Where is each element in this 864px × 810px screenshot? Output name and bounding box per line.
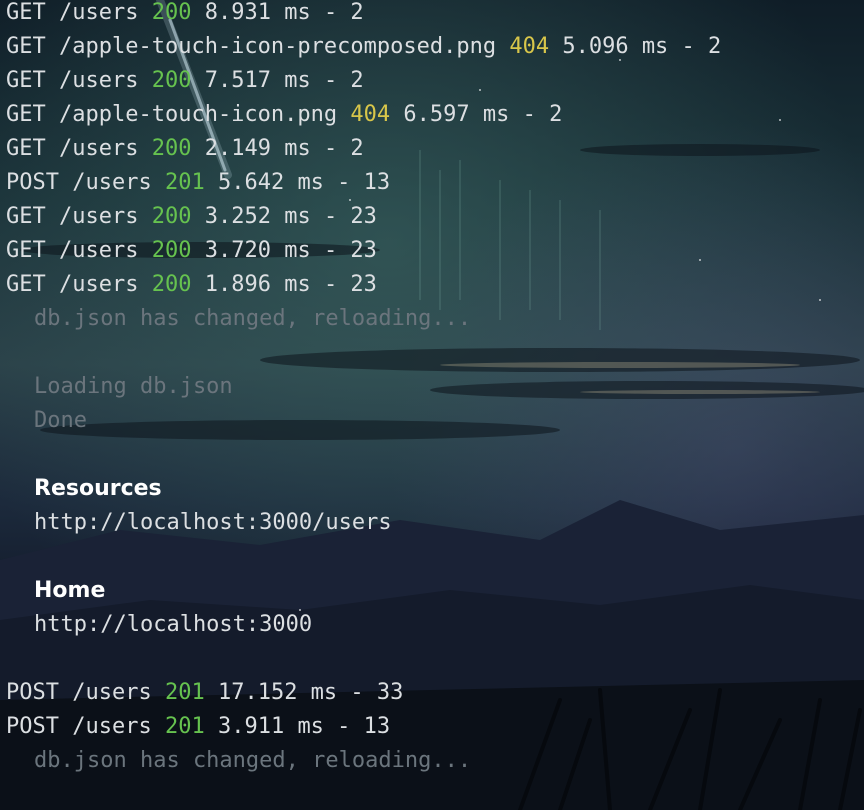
log-line: GET /apple-touch-icon-precomposed.png 40… bbox=[6, 34, 722, 59]
status-code: 200 bbox=[151, 68, 192, 93]
status-code: 200 bbox=[151, 0, 192, 25]
log-line: POST /users 201 3.911 ms - 13 bbox=[6, 714, 391, 739]
resources-url-link[interactable]: http://localhost:3000/users bbox=[0, 510, 864, 544]
terminal-output: GET /users 200 8.931 ms - 2 GET /apple-t… bbox=[0, 0, 864, 782]
status-code: 200 bbox=[151, 238, 192, 263]
resources-heading: Resources bbox=[34, 476, 162, 501]
log-line: GET /users 200 8.931 ms - 2 bbox=[6, 0, 364, 25]
status-code: 200 bbox=[151, 272, 192, 297]
reload-notice: db.json has changed, reloading... bbox=[34, 748, 472, 773]
done-message: Done bbox=[34, 408, 87, 433]
status-code: 201 bbox=[164, 680, 205, 705]
status-code: 200 bbox=[151, 204, 192, 229]
home-url-link[interactable]: http://localhost:3000 bbox=[0, 612, 864, 646]
log-line: POST /users 201 17.152 ms - 33 bbox=[6, 680, 404, 705]
loading-message: Loading db.json bbox=[34, 374, 233, 399]
log-line: GET /users 200 3.720 ms - 23 bbox=[6, 238, 377, 263]
log-line: GET /users 200 2.149 ms - 2 bbox=[6, 136, 364, 161]
terminal-window[interactable]: GET /users 200 8.931 ms - 2 GET /apple-t… bbox=[0, 0, 864, 810]
log-line: GET /apple-touch-icon.png 404 6.597 ms -… bbox=[6, 102, 563, 127]
status-code: 201 bbox=[164, 170, 205, 195]
log-line: GET /users 200 3.252 ms - 23 bbox=[6, 204, 377, 229]
home-heading: Home bbox=[34, 578, 106, 603]
status-code: 404 bbox=[509, 34, 550, 59]
reload-notice: db.json has changed, reloading... bbox=[34, 306, 472, 331]
log-line: GET /users 200 7.517 ms - 2 bbox=[6, 68, 364, 93]
log-line: GET /users 200 1.896 ms - 23 bbox=[6, 272, 377, 297]
status-code: 201 bbox=[164, 714, 205, 739]
status-code: 200 bbox=[151, 136, 192, 161]
log-line: POST /users 201 5.642 ms - 13 bbox=[6, 170, 391, 195]
status-code: 404 bbox=[350, 102, 391, 127]
